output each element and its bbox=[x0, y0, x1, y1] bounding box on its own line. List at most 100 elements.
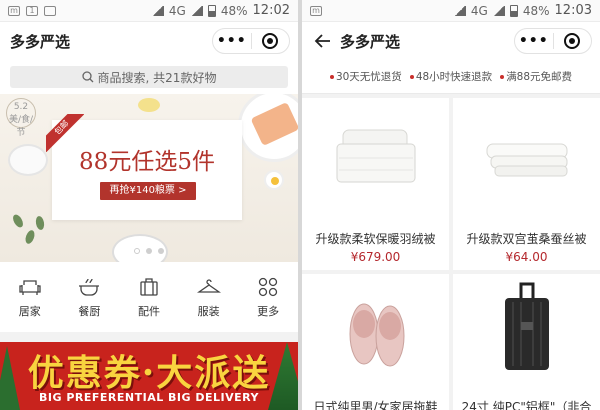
battery-percent: 48% bbox=[522, 3, 550, 18]
vibrate-icon bbox=[453, 5, 466, 16]
category-clothing[interactable]: 服装 bbox=[179, 275, 239, 319]
product-image bbox=[473, 114, 580, 194]
duvet-icon bbox=[336, 129, 415, 183]
promo-title: 优惠券·大派送 bbox=[27, 352, 271, 394]
service-promises: 30天无忧退货 48小时快速退款 满88元免邮费 bbox=[302, 60, 600, 94]
category-home[interactable]: 居家 bbox=[0, 275, 60, 319]
status-bar: m 1 4G 48% 12:02 bbox=[0, 0, 298, 22]
home-screen: m 1 4G 48% 12:02 多多严选 ••• 商品搜索, 共21款好物 5… bbox=[0, 0, 298, 410]
battery-icon bbox=[509, 4, 518, 17]
target-icon bbox=[262, 33, 279, 49]
signal-icon bbox=[492, 5, 505, 16]
product-card[interactable]: 升级款柔软保暖羽绒被 ¥679.00 bbox=[302, 98, 449, 270]
search-icon bbox=[81, 71, 94, 83]
promise-label: 30天无忧退货 bbox=[335, 71, 402, 83]
nav-bar: 多多严选 ••• bbox=[302, 22, 600, 60]
category-label: 服装 bbox=[197, 305, 220, 318]
product-name: 升级款柔软保暖羽绒被 bbox=[315, 232, 436, 246]
banner-card: 包邮 88元任选5件 再抢¥140粮票 > bbox=[46, 114, 242, 220]
cookware-icon bbox=[79, 278, 100, 296]
target-icon bbox=[564, 33, 581, 49]
message-icon: m bbox=[8, 5, 20, 16]
search-placeholder: 商品搜索, 共21款好物 bbox=[97, 70, 217, 85]
more-menu-button[interactable]: ••• bbox=[515, 33, 553, 49]
clock: 12:02 bbox=[252, 3, 290, 18]
message-icon: m bbox=[310, 5, 322, 16]
product-grid: 升级款柔软保暖羽绒被 ¥679.00 升级款双宫茧桑蚕丝被 ¥64.00 日式纯… bbox=[302, 94, 600, 410]
leaf-illustration bbox=[23, 229, 37, 245]
mini-program-capsule: ••• bbox=[212, 28, 290, 54]
promise-label: 满88元免邮费 bbox=[506, 71, 573, 83]
status-bar: m 4G 48% 12:03 bbox=[302, 0, 600, 22]
suitcase-icon bbox=[504, 282, 549, 370]
nav-bar: 多多严选 ••• bbox=[0, 22, 298, 60]
close-miniprogram-button[interactable] bbox=[252, 33, 290, 49]
product-name: 升级款双宫茧桑蚕丝被 bbox=[466, 232, 587, 246]
product-name: 日式纯里男/女家居拖鞋 bbox=[313, 400, 438, 410]
promo-banner[interactable]: 5.2 美/食/节 包邮 88元任选5件 再抢¥140粮票 > bbox=[0, 94, 298, 262]
close-miniprogram-button[interactable] bbox=[554, 33, 592, 49]
lemon-illustration bbox=[138, 98, 160, 112]
product-image bbox=[473, 282, 580, 370]
silk-quilt-icon bbox=[486, 143, 567, 177]
bullet-icon bbox=[409, 74, 414, 79]
product-price: ¥64.00 bbox=[505, 250, 548, 264]
plate-illustration bbox=[238, 94, 298, 162]
product-card[interactable]: 升级款双宫茧桑蚕丝被 ¥64.00 bbox=[453, 98, 600, 270]
bullet-icon bbox=[329, 74, 334, 79]
banner-coupon-button[interactable]: 再抢¥140粮票 > bbox=[100, 182, 196, 200]
product-card[interactable]: 24寸 纯PC"铝框"（非合 bbox=[453, 274, 600, 410]
product-image bbox=[322, 290, 429, 370]
grid-icon bbox=[259, 277, 278, 297]
category-label: 餐厨 bbox=[78, 305, 101, 318]
mini-program-capsule: ••• bbox=[514, 28, 592, 54]
slippers-icon bbox=[349, 303, 404, 367]
luggage-icon bbox=[140, 278, 158, 296]
search-section: 商品搜索, 共21款好物 bbox=[0, 60, 298, 94]
cup-illustration bbox=[8, 144, 48, 176]
page-title: 多多严选 bbox=[340, 32, 401, 51]
carousel-dot[interactable] bbox=[134, 248, 140, 254]
carousel-indicator bbox=[0, 248, 298, 254]
category-label: 更多 bbox=[257, 305, 280, 318]
category-accessories[interactable]: 配件 bbox=[119, 275, 179, 319]
battery-percent: 48% bbox=[220, 3, 248, 18]
carousel-dot[interactable] bbox=[158, 248, 164, 254]
network-label: 4G bbox=[470, 3, 488, 18]
more-menu-button[interactable]: ••• bbox=[213, 33, 251, 49]
egg-illustration bbox=[264, 170, 284, 190]
category-label: 配件 bbox=[137, 305, 160, 318]
signal-icon bbox=[190, 5, 203, 16]
search-input[interactable]: 商品搜索, 共21款好物 bbox=[10, 66, 288, 88]
product-image bbox=[322, 114, 429, 194]
back-arrow-icon[interactable] bbox=[312, 30, 334, 52]
vibrate-icon bbox=[151, 5, 164, 16]
product-name: 24寸 纯PC"铝框"（非合 bbox=[461, 400, 592, 410]
category-label: 居家 bbox=[18, 305, 41, 318]
festival-badge: 5.2 美/食/节 bbox=[6, 98, 36, 138]
page-title: 多多严选 bbox=[10, 32, 71, 51]
leaf-illustration bbox=[11, 212, 25, 230]
leaf-illustration bbox=[34, 215, 46, 231]
notification-icon: 1 bbox=[26, 5, 38, 16]
hanger-icon bbox=[196, 279, 221, 293]
promise-item: 30天无忧退货 bbox=[329, 69, 402, 84]
promise-item: 满88元免邮费 bbox=[500, 69, 572, 84]
clock: 12:03 bbox=[554, 3, 592, 18]
carousel-dot[interactable] bbox=[146, 248, 152, 254]
promise-label: 48小时快速退款 bbox=[415, 71, 493, 83]
chat-icon bbox=[44, 5, 56, 16]
battery-icon bbox=[207, 4, 216, 17]
product-price: ¥679.00 bbox=[350, 250, 401, 264]
bullet-icon bbox=[500, 74, 505, 79]
sofa-icon bbox=[19, 280, 41, 295]
product-list-screen: m 4G 48% 12:03 多多严选 ••• 30天无忧退货 48小时快速退款… bbox=[302, 0, 600, 410]
category-nav: 居家 餐厨 配件 服装 更多 bbox=[0, 262, 298, 332]
category-kitchen[interactable]: 餐厨 bbox=[60, 275, 120, 319]
promise-item: 48小时快速退款 bbox=[409, 69, 493, 84]
network-label: 4G bbox=[168, 3, 186, 18]
coupon-promo-banner[interactable]: 优惠券·大派送 BIG PREFERENTIAL BIG DELIVERY bbox=[0, 342, 298, 410]
category-more[interactable]: 更多 bbox=[238, 275, 298, 319]
product-card[interactable]: 日式纯里男/女家居拖鞋 bbox=[302, 274, 449, 410]
banner-title: 88元任选5件 bbox=[79, 149, 215, 175]
